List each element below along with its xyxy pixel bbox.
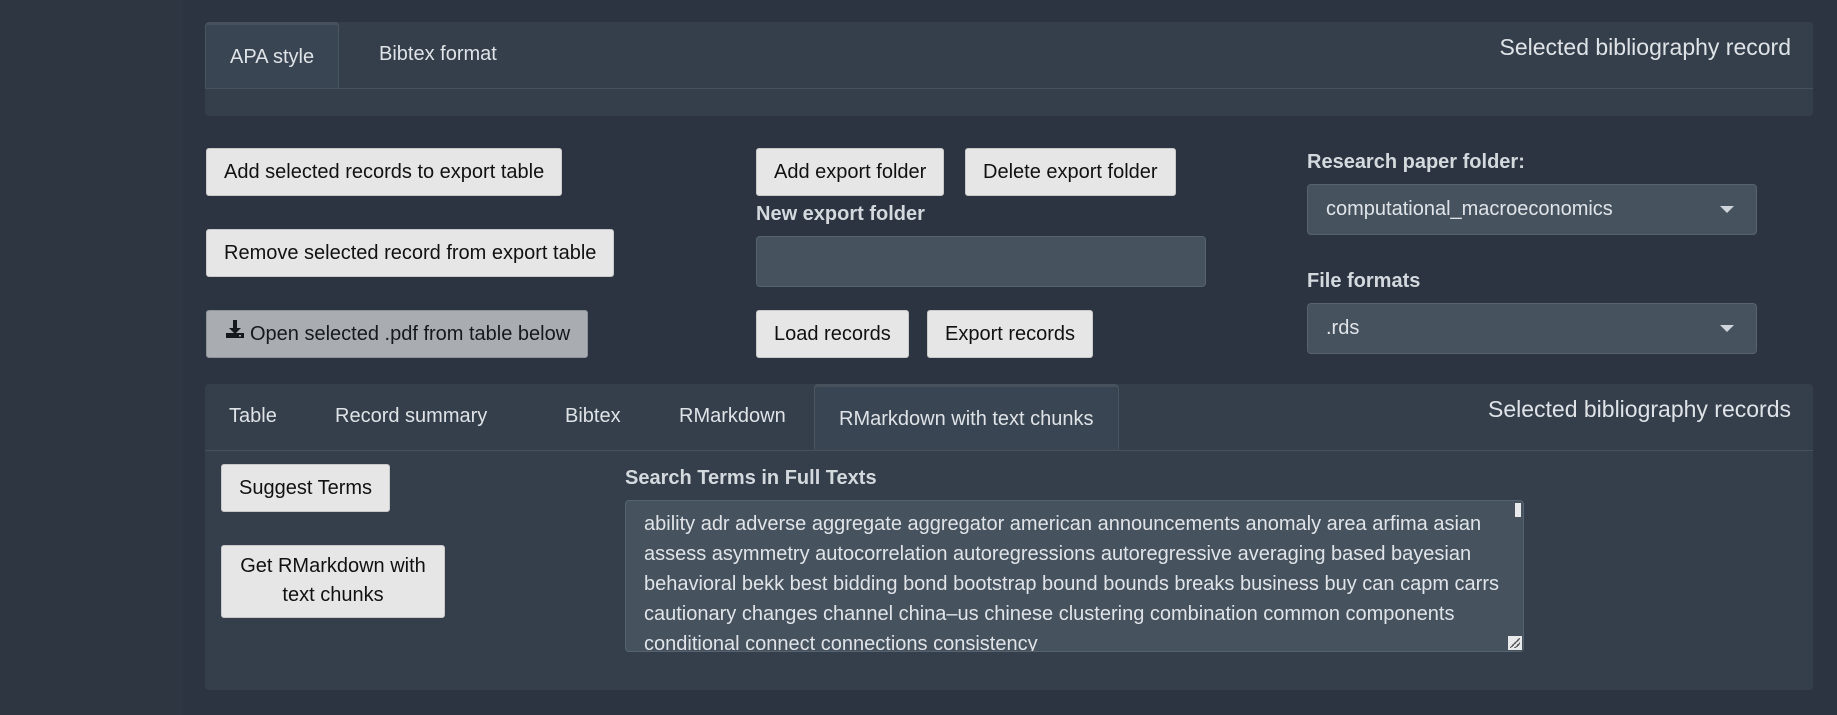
file-formats-label: File formats — [1307, 270, 1421, 292]
sidebar — [0, 0, 183, 715]
search-terms-textarea[interactable]: ability adr adverse aggregate aggregator… — [625, 500, 1524, 652]
file-formats-value: .rds — [1326, 317, 1360, 339]
tab-table[interactable]: Table — [205, 384, 301, 448]
selected-records-panel: Table Record summary Bibtex RMarkdown RM… — [205, 384, 1813, 690]
panel-title: Selected bibliography records — [1487, 396, 1791, 422]
tab-rmarkdown-text-chunks[interactable]: RMarkdown with text chunks — [814, 384, 1119, 450]
open-pdf-label: Open selected .pdf from table below — [250, 323, 571, 345]
resize-handle-icon[interactable] — [1508, 636, 1522, 650]
tab-apa-style[interactable]: APA style — [205, 22, 340, 88]
search-terms-text: ability adr adverse aggregate aggregator… — [644, 513, 1499, 652]
suggest-terms-button[interactable]: Suggest Terms — [221, 464, 391, 512]
tab-bibtex[interactable]: Bibtex — [541, 384, 645, 448]
scrollbar-thumb[interactable] — [1515, 503, 1521, 517]
chevron-down-icon — [1720, 206, 1734, 213]
get-rmarkdown-button[interactable]: Get RMarkdown with text chunks — [221, 545, 445, 618]
research-folder-label: Research paper folder: — [1307, 151, 1525, 173]
panel-title: Selected bibliography record — [1499, 34, 1791, 60]
add-export-folder-button[interactable]: Add export folder — [756, 148, 945, 196]
chevron-down-icon — [1720, 325, 1734, 332]
add-to-export-button[interactable]: Add selected records to export table — [206, 148, 563, 196]
search-terms-label: Search Terms in Full Texts — [625, 467, 877, 489]
open-pdf-button[interactable]: Open selected .pdf from table below — [206, 310, 589, 358]
file-formats-select[interactable]: .rds — [1307, 303, 1757, 354]
download-icon — [225, 310, 245, 356]
research-folder-value: computational_macroeconomics — [1326, 198, 1613, 220]
delete-export-folder-button[interactable]: Delete export folder — [965, 148, 1176, 196]
main-content: APA style Bibtex format Selected bibliog… — [183, 0, 1837, 715]
tab-bibtex-format[interactable]: Bibtex format — [355, 22, 521, 86]
new-export-folder-label: New export folder — [756, 203, 925, 225]
research-folder-select[interactable]: computational_macroeconomics — [1307, 184, 1757, 235]
selected-record-panel: APA style Bibtex format Selected bibliog… — [205, 22, 1813, 116]
new-export-folder-input[interactable] — [756, 236, 1206, 287]
export-records-button[interactable]: Export records — [927, 310, 1094, 358]
load-records-button[interactable]: Load records — [756, 310, 909, 358]
tab-rmarkdown[interactable]: RMarkdown — [655, 384, 810, 448]
tab-record-summary[interactable]: Record summary — [311, 384, 511, 448]
remove-from-export-button[interactable]: Remove selected record from export table — [206, 229, 615, 277]
